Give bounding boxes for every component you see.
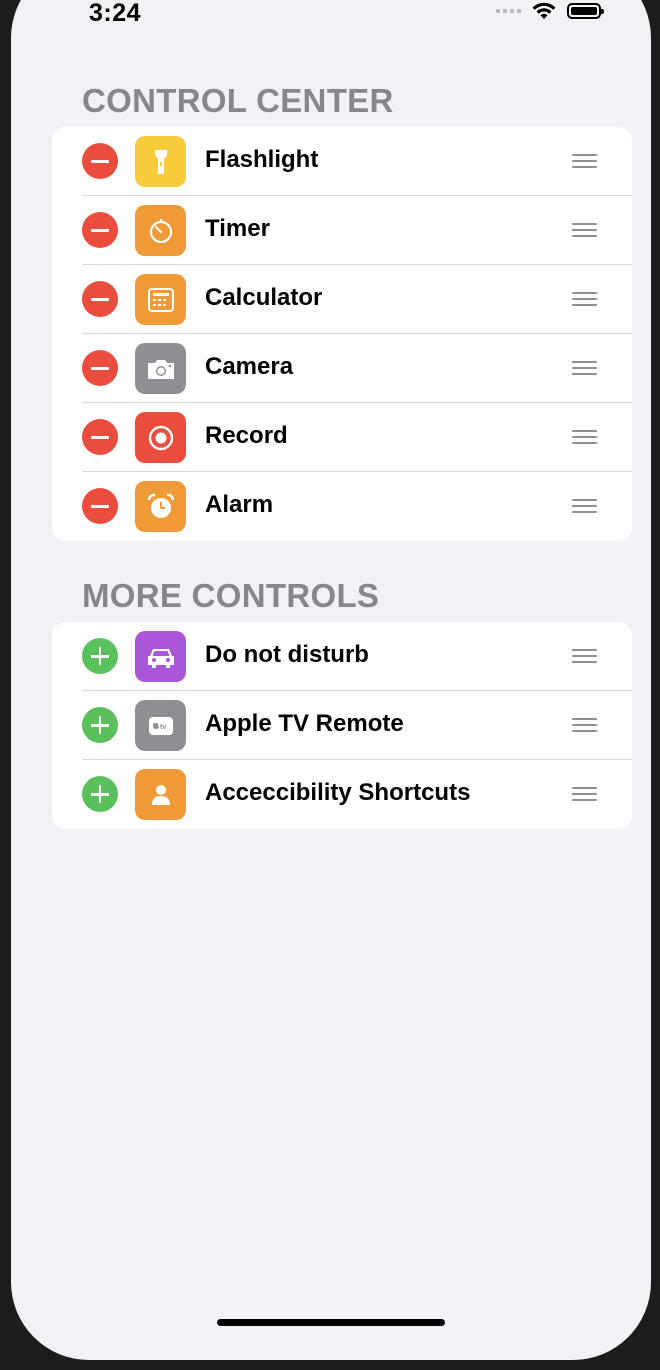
list-item: Timer bbox=[52, 196, 632, 265]
control-center-list: Flashlight Timer Calculator Camera Recor… bbox=[52, 127, 632, 541]
remove-button[interactable] bbox=[82, 143, 118, 179]
reorder-handle-icon[interactable] bbox=[572, 430, 597, 445]
home-indicator[interactable] bbox=[217, 1319, 445, 1326]
reorder-handle-icon[interactable] bbox=[572, 718, 597, 733]
add-button[interactable] bbox=[82, 707, 118, 743]
reorder-handle-icon[interactable] bbox=[572, 361, 597, 376]
list-item: Flashlight bbox=[52, 127, 632, 196]
list-item: Do not disturb bbox=[52, 622, 632, 691]
status-icons bbox=[496, 0, 604, 22]
reorder-handle-icon[interactable] bbox=[572, 499, 597, 514]
flashlight-icon bbox=[135, 136, 186, 187]
phone-frame: 3:24 CONTROL CENTER Flashlight Timer Cal… bbox=[0, 0, 660, 1370]
remove-button[interactable] bbox=[82, 350, 118, 386]
more-controls-list: Do not disturb tv Apple TV Remote Accecc… bbox=[52, 622, 632, 829]
list-item: Record bbox=[52, 403, 632, 472]
remove-button[interactable] bbox=[82, 419, 118, 455]
item-label: Timer bbox=[205, 215, 270, 242]
camera-icon bbox=[135, 343, 186, 394]
reorder-handle-icon[interactable] bbox=[572, 649, 597, 664]
add-button[interactable] bbox=[82, 638, 118, 674]
reorder-handle-icon[interactable] bbox=[572, 223, 597, 238]
status-time: 3:24 bbox=[89, 0, 142, 27]
cellular-signal-icon bbox=[496, 9, 521, 13]
item-label: Calculator bbox=[205, 284, 323, 311]
list-item: Acceccibility Shortcuts bbox=[52, 760, 632, 829]
add-button[interactable] bbox=[82, 776, 118, 812]
item-label: Apple TV Remote bbox=[205, 710, 404, 737]
list-item: Calculator bbox=[52, 265, 632, 334]
list-item: Camera bbox=[52, 334, 632, 403]
car-icon bbox=[135, 631, 186, 682]
battery-icon bbox=[567, 3, 604, 19]
item-label: Camera bbox=[205, 353, 294, 380]
apple-tv-icon: tv bbox=[135, 700, 186, 751]
list-item: tv Apple TV Remote bbox=[52, 691, 632, 760]
item-label: Record bbox=[205, 422, 288, 449]
record-icon bbox=[135, 412, 186, 463]
list-item: Alarm bbox=[52, 472, 632, 541]
reorder-handle-icon[interactable] bbox=[572, 154, 597, 169]
section-header-more-controls: MORE CONTROLS bbox=[82, 577, 380, 614]
wifi-icon bbox=[532, 2, 556, 19]
reorder-handle-icon[interactable] bbox=[572, 292, 597, 307]
remove-button[interactable] bbox=[82, 488, 118, 524]
item-label: Do not disturb bbox=[205, 641, 369, 668]
screen: 3:24 CONTROL CENTER Flashlight Timer Cal… bbox=[11, 0, 651, 1360]
reorder-handle-icon[interactable] bbox=[572, 787, 597, 802]
timer-icon bbox=[135, 205, 186, 256]
item-label: Flashlight bbox=[205, 146, 319, 173]
svg-text:tv: tv bbox=[160, 724, 166, 731]
item-label: Alarm bbox=[205, 491, 274, 518]
item-label: Acceccibility Shortcuts bbox=[205, 779, 471, 806]
section-header-control-center: CONTROL CENTER bbox=[82, 82, 394, 119]
person-icon bbox=[135, 769, 186, 820]
alarm-icon bbox=[135, 481, 186, 532]
remove-button[interactable] bbox=[82, 212, 118, 248]
remove-button[interactable] bbox=[82, 281, 118, 317]
calculator-icon bbox=[135, 274, 186, 325]
